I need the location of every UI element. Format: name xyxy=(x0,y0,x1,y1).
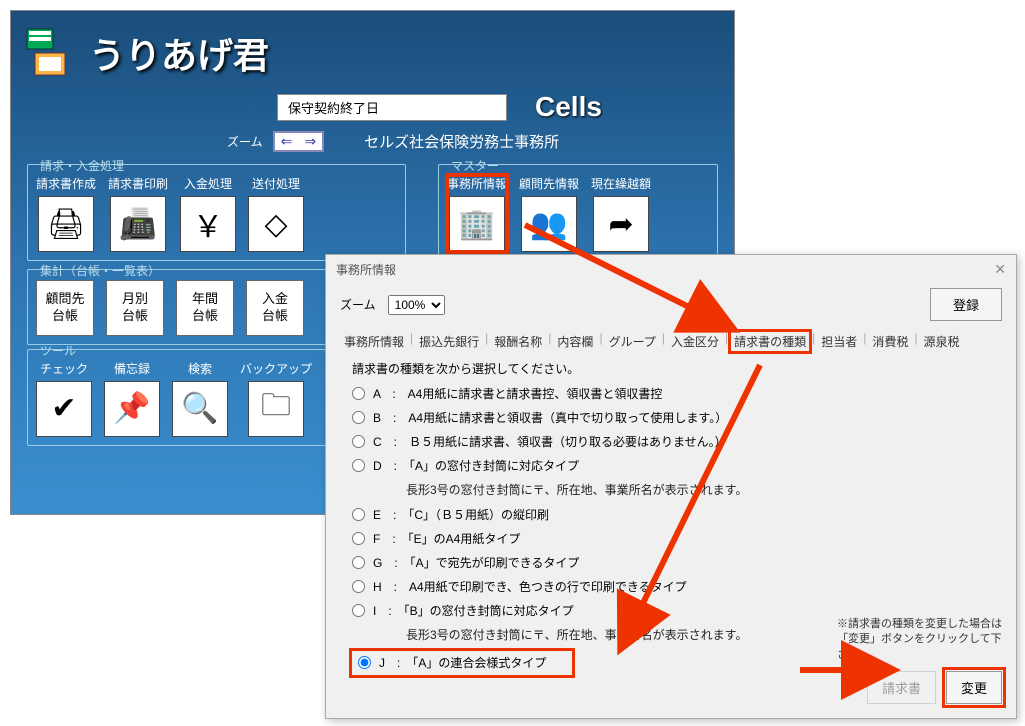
option-D-sub: 長形3号の窓付き封筒に〒、所在地、事業所名が表示されます。 xyxy=(406,481,1002,498)
option-C[interactable]: C : Ｂ５用紙に請求書、領収書（切り取る必要はありません。） xyxy=(352,433,1002,451)
master-item-2[interactable]: 現在繰越額 ➦ xyxy=(591,175,651,252)
master-icon-2: ➦ xyxy=(593,196,649,252)
summary-btn-3[interactable]: 入金 台帳 xyxy=(246,280,304,336)
group-billing: 請求・入金処理 請求書作成 🖨 請求書印刷 📠 入金処理 ￥ 送付処理 ◇ xyxy=(27,164,406,261)
tab-7[interactable]: 担当者 xyxy=(817,331,861,352)
office-info-dialog: 事務所情報 ✕ ズーム 100% 登録 事務所情報|振込先銀行|報酬名称|内容欄… xyxy=(325,254,1017,719)
zoom-right-icon[interactable]: ⇒ xyxy=(298,133,322,150)
tool-item-0[interactable]: チェック ✔ xyxy=(36,360,92,437)
tool-icon-1: 📌 xyxy=(104,381,160,437)
billing-item-1[interactable]: 請求書印刷 📠 xyxy=(108,175,168,252)
zoom-left-icon[interactable]: ⇐ xyxy=(275,133,299,150)
tool-icon-0: ✔ xyxy=(36,381,92,437)
footer-note: ※請求書の種類を変更した場合は「変更」ボタンをクリックして下さい。 xyxy=(837,617,1002,663)
option-E[interactable]: E : 「C」（Ｂ５用紙）の縦印刷 xyxy=(352,506,1002,524)
master-item-1[interactable]: 顧問先情報 👥 xyxy=(519,175,579,252)
option-F[interactable]: F : 「E」のA4用紙タイプ xyxy=(352,530,1002,548)
option-G[interactable]: G : 「A」で宛先が印刷できるタイプ xyxy=(352,554,1002,572)
option-J-radio[interactable] xyxy=(358,656,371,669)
master-icon-1: 👥 xyxy=(521,196,577,252)
option-F-radio[interactable] xyxy=(352,532,365,545)
office-name: セルズ社会保険労務士事務所 xyxy=(364,131,559,152)
group-tool-title: ツール xyxy=(36,342,80,359)
option-D-radio[interactable] xyxy=(352,459,365,472)
tab-4[interactable]: グループ xyxy=(605,331,660,352)
option-H[interactable]: H : A4用紙で印刷でき、色つきの行で印刷できるタイプ xyxy=(352,578,1002,596)
option-G-radio[interactable] xyxy=(352,556,365,569)
option-B[interactable]: B : A4用紙に請求書と領収書（真中で切り取って使用します。） xyxy=(352,409,1002,427)
app-logo-icon xyxy=(21,23,81,83)
group-summary: 集計（台帳・一覧表） 顧問先 台帳月別 台帳年間 台帳入金 台帳 xyxy=(27,269,337,345)
tab-5[interactable]: 入金区分 xyxy=(667,331,723,352)
tool-item-2[interactable]: 検索 🔍 xyxy=(172,360,228,437)
option-D[interactable]: D : 「A」の窓付き封筒に対応タイプ xyxy=(352,457,1002,475)
billing-icon-0: 🖨 xyxy=(38,196,94,252)
billing-item-2[interactable]: 入金処理 ￥ xyxy=(180,175,236,252)
group-master: マスター 事務所情報 🏢 顧問先情報 👥 現在繰越額 ➦ xyxy=(438,164,718,261)
billing-item-3[interactable]: 送付処理 ◇ xyxy=(248,175,304,252)
master-icon-0: 🏢 xyxy=(449,196,505,252)
master-item-0[interactable]: 事務所情報 🏢 xyxy=(447,175,507,252)
tab-3[interactable]: 内容欄 xyxy=(553,331,597,352)
tool-icon-2: 🔍 xyxy=(172,381,228,437)
tab-1[interactable]: 振込先銀行 xyxy=(415,331,483,352)
tool-item-3[interactable]: バックアップ 🗀 xyxy=(240,360,312,437)
billing-item-0[interactable]: 請求書作成 🖨 xyxy=(36,175,96,252)
option-I-radio[interactable] xyxy=(352,604,365,617)
app-name: うりあげ君 xyxy=(89,27,269,79)
group-tool: ツール チェック ✔ 備忘録 📌 検索 🔍 バックアップ 🗀 xyxy=(27,349,357,446)
option-B-radio[interactable] xyxy=(352,411,365,424)
tool-icon-3: 🗀 xyxy=(248,381,304,437)
tab-8[interactable]: 消費税 xyxy=(868,331,912,352)
dialog-zoom-label: ズーム xyxy=(340,296,376,313)
register-button[interactable]: 登録 xyxy=(930,288,1002,321)
group-master-title: マスター xyxy=(447,157,503,174)
close-icon[interactable]: ✕ xyxy=(994,261,1006,278)
instruction-text: 請求書の種類を次から選択してください。 xyxy=(352,360,1002,377)
zoom-buttons[interactable]: ⇐⇒ xyxy=(273,131,324,152)
summary-btn-1[interactable]: 月別 台帳 xyxy=(106,280,164,336)
tab-2[interactable]: 報酬名称 xyxy=(490,331,546,352)
tab-6[interactable]: 請求書の種類 xyxy=(730,331,810,352)
dialog-zoom-select[interactable]: 100% xyxy=(388,295,445,315)
brand-label: Cells xyxy=(535,91,602,123)
option-J[interactable]: J : 「A」の連合会様式タイプ xyxy=(352,651,572,675)
option-E-radio[interactable] xyxy=(352,508,365,521)
tool-item-1[interactable]: 備忘録 📌 xyxy=(104,360,160,437)
option-C-radio[interactable] xyxy=(352,435,365,448)
option-A[interactable]: A : A4用紙に請求書と請求書控、領収書と領収書控 xyxy=(352,385,1002,403)
option-A-radio[interactable] xyxy=(352,387,365,400)
summary-btn-0[interactable]: 顧問先 台帳 xyxy=(36,280,94,336)
summary-btn-2[interactable]: 年間 台帳 xyxy=(176,280,234,336)
billing-icon-2: ￥ xyxy=(180,196,236,252)
group-billing-title: 請求・入金処理 xyxy=(36,157,128,174)
billing-icon-3: ◇ xyxy=(248,196,304,252)
zoom-label: ズーム xyxy=(227,133,263,150)
tab-9[interactable]: 源泉税 xyxy=(920,331,964,352)
change-button[interactable]: 変更 xyxy=(946,671,1002,704)
tab-0[interactable]: 事務所情報 xyxy=(340,331,408,352)
preview-button[interactable]: 請求書 xyxy=(867,671,936,704)
option-H-radio[interactable] xyxy=(352,580,365,593)
dialog-title: 事務所情報 xyxy=(336,261,396,278)
maintenance-field: 保守契約終了日 xyxy=(277,94,507,121)
billing-icon-1: 📠 xyxy=(110,196,166,252)
group-summary-title: 集計（台帳・一覧表） xyxy=(36,262,164,279)
